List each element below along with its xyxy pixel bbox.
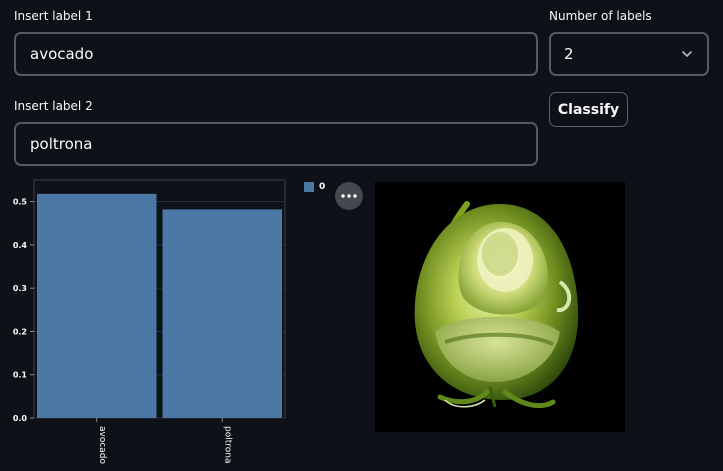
legend-swatch <box>304 182 314 192</box>
label1-title: Insert label 1 <box>14 9 93 23</box>
y-tick-label: 0.0 <box>13 414 28 423</box>
y-tick-label: 0.4 <box>13 241 28 250</box>
y-tick-label: 0.5 <box>13 198 28 207</box>
bar-poltrona <box>162 209 282 418</box>
generated-image <box>375 182 625 432</box>
num-labels-value: 2 <box>564 45 574 63</box>
more-options-button[interactable] <box>335 182 363 210</box>
label2-title: Insert label 2 <box>14 99 93 113</box>
chevron-down-icon <box>682 51 692 58</box>
x-tick-label: poltrona <box>222 426 232 463</box>
legend-label: 0 <box>319 182 326 192</box>
x-tick-label: avocado <box>97 426 107 465</box>
y-tick-label: 0.2 <box>13 327 27 336</box>
label1-input[interactable] <box>14 32 538 76</box>
num-labels-select[interactable]: 2 <box>549 32 709 76</box>
ellipsis-icon <box>341 194 357 198</box>
chart-legend: 0 <box>304 182 325 192</box>
label2-input[interactable] <box>14 122 538 166</box>
y-tick-label: 0.3 <box>13 284 27 293</box>
classify-button[interactable]: Classify <box>549 92 628 127</box>
y-tick-label: 0.1 <box>13 371 28 380</box>
avocado-chair-image <box>414 201 579 409</box>
num-labels-title: Number of labels <box>549 9 652 23</box>
app-page: Insert label 1 Number of labels 2 Insert… <box>0 0 723 471</box>
bar-avocado <box>37 193 157 418</box>
bar-chart: 0.0 0.1 0.2 0.3 0.4 0.5 avocado poltrona <box>13 179 286 465</box>
